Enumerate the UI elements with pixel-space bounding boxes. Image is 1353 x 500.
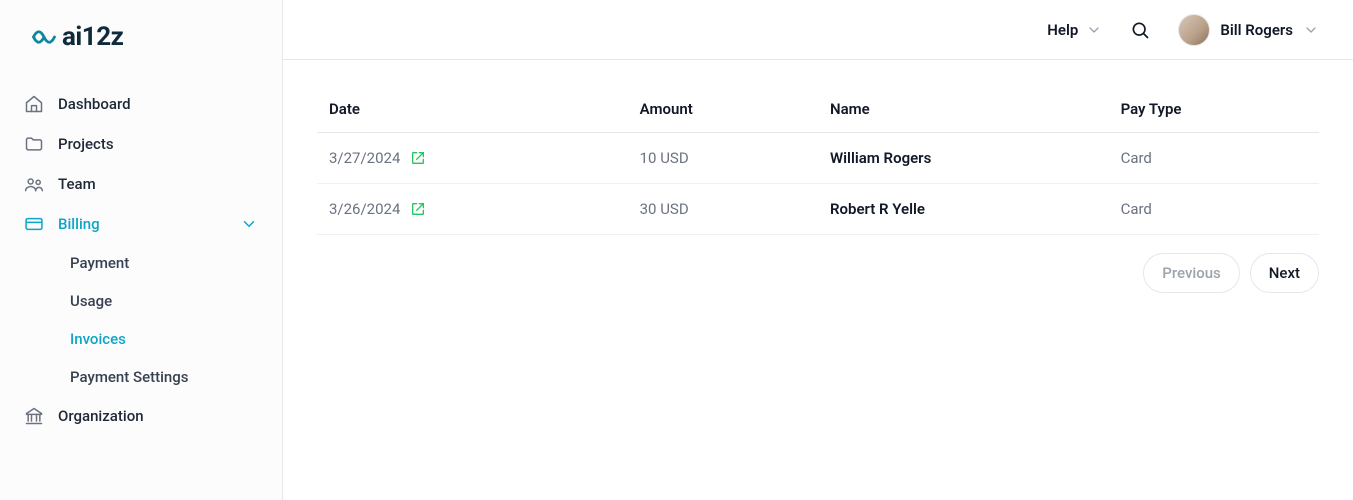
sidebar-item-label: Dashboard bbox=[58, 95, 131, 113]
prev-button[interactable]: Previous bbox=[1143, 253, 1240, 293]
sidebar-item-label: Projects bbox=[58, 135, 114, 153]
sidebar: ai12z Dashboard Projects Team Billing bbox=[0, 0, 283, 500]
card-icon bbox=[24, 214, 44, 234]
help-menu[interactable]: Help bbox=[1047, 21, 1102, 39]
sidebar-item-organization[interactable]: Organization bbox=[12, 396, 270, 436]
table-row: 3/26/2024 30 USD Robert R Yelle Card bbox=[317, 184, 1319, 235]
sidebar-item-dashboard[interactable]: Dashboard bbox=[12, 84, 270, 124]
topbar: Help Bill Rogers bbox=[283, 0, 1353, 60]
invoice-paytype: Card bbox=[1109, 184, 1319, 235]
col-date: Date bbox=[317, 86, 628, 133]
external-link-icon[interactable] bbox=[410, 201, 426, 217]
chevron-down-icon bbox=[240, 215, 258, 233]
avatar bbox=[1178, 14, 1210, 46]
invoice-name: William Rogers bbox=[818, 133, 1109, 184]
logo[interactable]: ai12z bbox=[0, 0, 282, 70]
sidebar-item-label: Billing bbox=[58, 215, 100, 233]
billing-sub-usage[interactable]: Usage bbox=[58, 282, 270, 320]
logo-icon bbox=[30, 23, 58, 51]
invoices-table: Date Amount Name Pay Type 3/27/2024 bbox=[317, 86, 1319, 235]
sidebar-item-team[interactable]: Team bbox=[12, 164, 270, 204]
invoice-amount: 30 USD bbox=[628, 184, 818, 235]
chevron-down-icon bbox=[1086, 22, 1102, 38]
col-pay-type: Pay Type bbox=[1109, 86, 1319, 133]
user-name: Bill Rogers bbox=[1220, 21, 1293, 39]
sidebar-item-billing[interactable]: Billing bbox=[12, 204, 270, 244]
sidebar-item-projects[interactable]: Projects bbox=[12, 124, 270, 164]
chevron-down-icon bbox=[1303, 22, 1319, 38]
home-icon bbox=[24, 94, 44, 114]
bank-icon bbox=[24, 406, 44, 426]
content: Date Amount Name Pay Type 3/27/2024 bbox=[283, 60, 1353, 500]
pagination: Previous Next bbox=[317, 253, 1319, 293]
help-label: Help bbox=[1047, 21, 1078, 39]
invoice-paytype: Card bbox=[1109, 133, 1319, 184]
billing-sub-invoices[interactable]: Invoices bbox=[58, 320, 270, 358]
col-name: Name bbox=[818, 86, 1109, 133]
users-icon bbox=[24, 174, 44, 194]
col-amount: Amount bbox=[628, 86, 818, 133]
sidebar-item-label: Organization bbox=[58, 407, 144, 425]
search-icon bbox=[1130, 20, 1150, 40]
sidebar-item-label: Team bbox=[58, 175, 96, 193]
nav: Dashboard Projects Team Billing Payment bbox=[0, 70, 282, 500]
invoice-name: Robert R Yelle bbox=[818, 184, 1109, 235]
logo-text: ai12z bbox=[62, 22, 123, 52]
user-menu[interactable]: Bill Rogers bbox=[1178, 14, 1319, 46]
invoice-amount: 10 USD bbox=[628, 133, 818, 184]
main: Help Bill Rogers Date Amount bbox=[283, 0, 1353, 500]
billing-sub-payment-settings[interactable]: Payment Settings bbox=[58, 358, 270, 396]
invoice-date: 3/26/2024 bbox=[329, 200, 400, 218]
folder-icon bbox=[24, 134, 44, 154]
external-link-icon[interactable] bbox=[410, 150, 426, 166]
billing-sub-payment[interactable]: Payment bbox=[58, 244, 270, 282]
next-button[interactable]: Next bbox=[1250, 253, 1319, 293]
search-button[interactable] bbox=[1130, 20, 1150, 40]
billing-submenu: Payment Usage Invoices Payment Settings bbox=[12, 244, 270, 396]
table-row: 3/27/2024 10 USD William Rogers Card bbox=[317, 133, 1319, 184]
invoice-date: 3/27/2024 bbox=[329, 149, 400, 167]
